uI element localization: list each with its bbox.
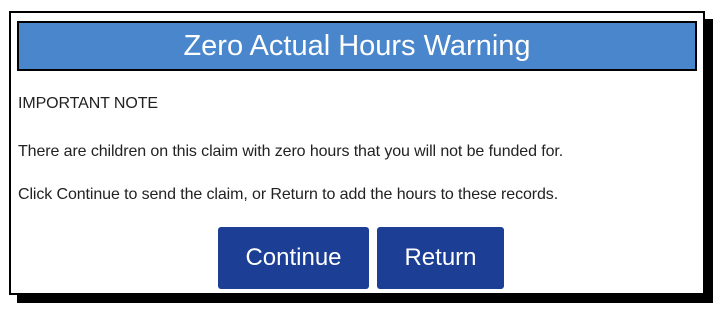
warning-message-line-1: There are children on this claim with ze… <box>18 143 564 160</box>
dialog-title: Zero Actual Hours Warning <box>17 21 697 71</box>
continue-button[interactable]: Continue <box>218 227 369 289</box>
important-note-heading: IMPORTANT NOTE <box>18 95 158 112</box>
return-button[interactable]: Return <box>377 227 504 289</box>
warning-dialog: Zero Actual Hours Warning IMPORTANT NOTE… <box>9 11 705 295</box>
warning-message-line-2: Click Continue to send the claim, or Ret… <box>18 186 559 203</box>
